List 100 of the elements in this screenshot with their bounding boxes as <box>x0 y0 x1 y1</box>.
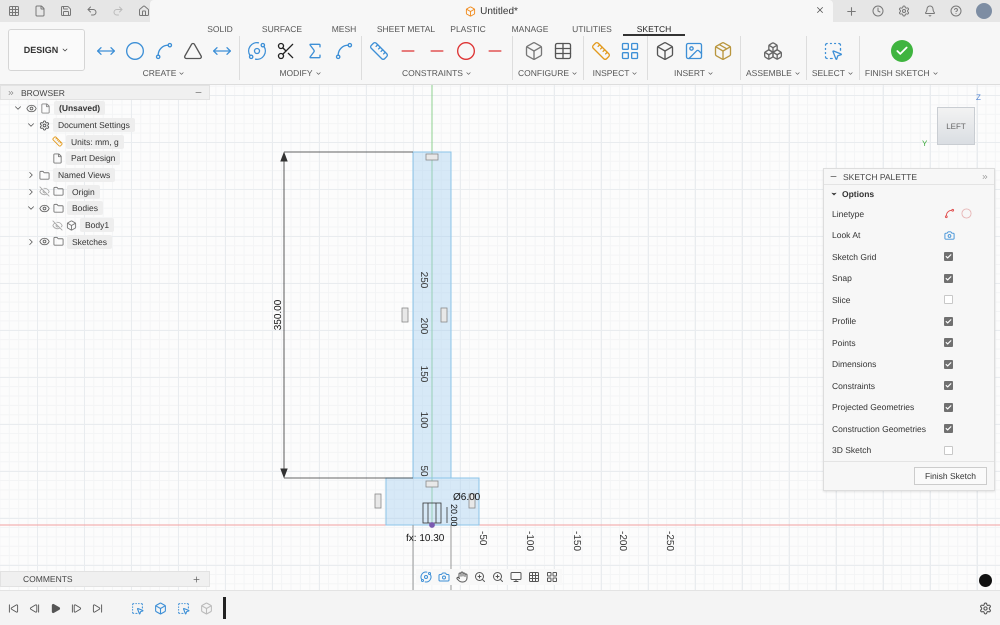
bell-icon[interactable] <box>924 5 936 17</box>
design-button[interactable]: DESIGN <box>8 29 85 71</box>
eye-icon[interactable] <box>39 202 50 214</box>
tree-item[interactable]: Origin <box>67 184 100 199</box>
skip-forward-icon[interactable] <box>92 602 103 614</box>
viewports-icon[interactable] <box>546 571 558 583</box>
tree-item[interactable]: Units: mm, g <box>66 134 124 149</box>
group-menu[interactable]: CREATE <box>142 66 186 80</box>
dimension-value[interactable]: 350.00 <box>273 300 284 330</box>
checkbox[interactable] <box>944 360 953 369</box>
step-forward-icon[interactable] <box>71 602 82 614</box>
grid-icon[interactable] <box>528 571 540 583</box>
ribbon-tab[interactable]: SURFACE <box>251 22 313 36</box>
file-icon[interactable] <box>34 5 46 17</box>
expand-icon[interactable] <box>7 88 15 96</box>
apps-grid-icon[interactable] <box>8 5 20 17</box>
expand-icon[interactable] <box>981 172 989 180</box>
close-icon[interactable] <box>815 5 825 15</box>
ribbon-tab[interactable]: SHEET METAL <box>375 22 437 36</box>
option-label: Dimensions <box>832 359 878 370</box>
option-label: Points <box>832 338 857 348</box>
ribbon-tab[interactable]: PLASTIC <box>437 22 499 36</box>
eye-icon[interactable] <box>39 236 50 248</box>
zoom-window-icon[interactable] <box>492 571 504 583</box>
caret-icon <box>794 70 801 76</box>
caret-icon <box>707 70 714 76</box>
ribbon-tab[interactable]: SOLID <box>189 22 251 36</box>
display-icon[interactable] <box>510 571 522 583</box>
status-icon[interactable] <box>979 574 992 587</box>
save-icon[interactable] <box>60 5 72 17</box>
caret-icon <box>571 70 578 76</box>
tree-item[interactable]: Named Views <box>53 168 116 182</box>
dimension-value[interactable]: 20.00 <box>449 504 459 527</box>
option-label: Slice <box>832 294 852 305</box>
tree-item[interactable]: Document Settings <box>53 118 135 132</box>
ribbon-tab[interactable]: MESH <box>313 22 375 36</box>
checkbox[interactable] <box>944 402 953 412</box>
check-icon[interactable] <box>890 40 913 62</box>
checkbox[interactable] <box>944 295 953 304</box>
tree-item[interactable]: Bodies <box>67 201 103 216</box>
zoom-icon[interactable] <box>474 571 486 583</box>
axis-label: 200 <box>418 318 429 334</box>
dimension-value[interactable]: fx: 10.30 <box>406 533 444 544</box>
tree-item[interactable]: Sketches <box>67 234 112 249</box>
checkbox[interactable] <box>944 446 953 455</box>
options-section[interactable]: Options <box>824 185 880 203</box>
look-at-icon[interactable] <box>438 571 450 583</box>
checkbox[interactable] <box>944 424 953 434</box>
checkbox[interactable] <box>944 338 953 348</box>
undo-icon[interactable] <box>86 5 98 17</box>
eye-off-icon[interactable] <box>52 220 63 231</box>
clock-icon[interactable] <box>872 5 884 17</box>
tree-item[interactable]: Part Design <box>66 151 120 166</box>
ribbon-tab[interactable]: SKETCH <box>623 22 685 36</box>
units-icon <box>52 136 63 148</box>
group-menu[interactable]: MODIFY <box>279 66 322 80</box>
checkbox[interactable] <box>944 381 953 390</box>
document-icon <box>40 102 51 114</box>
group-menu[interactable]: FINISH SKETCH <box>864 66 939 80</box>
linetype-icon[interactable] <box>944 208 955 220</box>
orbit-icon[interactable] <box>420 571 432 583</box>
option-label: 3D Sketch <box>832 445 872 456</box>
checkbox[interactable] <box>944 252 953 262</box>
caret-icon <box>61 46 70 54</box>
plus-icon[interactable] <box>845 4 858 18</box>
group-menu[interactable]: INSERT <box>674 66 714 80</box>
avatar[interactable] <box>976 3 992 19</box>
home-icon[interactable] <box>138 5 150 17</box>
settings-icon[interactable] <box>979 602 992 614</box>
checkbox[interactable] <box>944 316 953 326</box>
axis-label: -50 <box>477 531 488 546</box>
help-icon[interactable] <box>950 5 962 17</box>
timeline-marker[interactable] <box>223 597 226 619</box>
step-back-icon[interactable] <box>29 602 40 614</box>
group-menu[interactable]: CONSTRAINTS <box>402 66 472 80</box>
group-menu[interactable]: SELECT <box>812 66 854 80</box>
eye-icon[interactable] <box>26 102 37 114</box>
group-menu[interactable]: ASSEMBLE <box>746 66 801 80</box>
group-menu[interactable]: INSPECT <box>592 66 638 80</box>
tree-item[interactable]: Body1 <box>80 218 114 232</box>
hand-icon[interactable] <box>456 571 468 583</box>
group-menu[interactable]: CONFIGURE <box>518 66 578 80</box>
skip-back-icon[interactable] <box>8 602 19 614</box>
sketch-detail-drawing[interactable] <box>422 502 448 528</box>
option-label: Linetype <box>832 208 866 219</box>
ribbon-tab[interactable]: MANAGE <box>499 22 561 36</box>
dimension-value[interactable]: Ø6.00 <box>453 492 480 503</box>
look-at-icon[interactable] <box>944 230 955 241</box>
settings-icon[interactable] <box>898 5 910 17</box>
finish-sketch-button[interactable]: Finish Sketch <box>914 467 987 485</box>
plus-icon[interactable] <box>192 574 201 584</box>
caret-icon <box>932 70 939 76</box>
view-cube[interactable]: LEFT <box>937 107 975 145</box>
browser-title: BROWSER <box>21 88 66 98</box>
play-icon[interactable] <box>50 602 61 614</box>
tree-item[interactable]: (Unsaved) <box>54 101 106 116</box>
checkbox[interactable] <box>944 274 953 283</box>
ribbon-tab[interactable]: UTILITIES <box>561 22 623 36</box>
sketch-rectangle[interactable] <box>386 478 480 526</box>
palette-title: SKETCH PALETTE <box>843 172 918 182</box>
